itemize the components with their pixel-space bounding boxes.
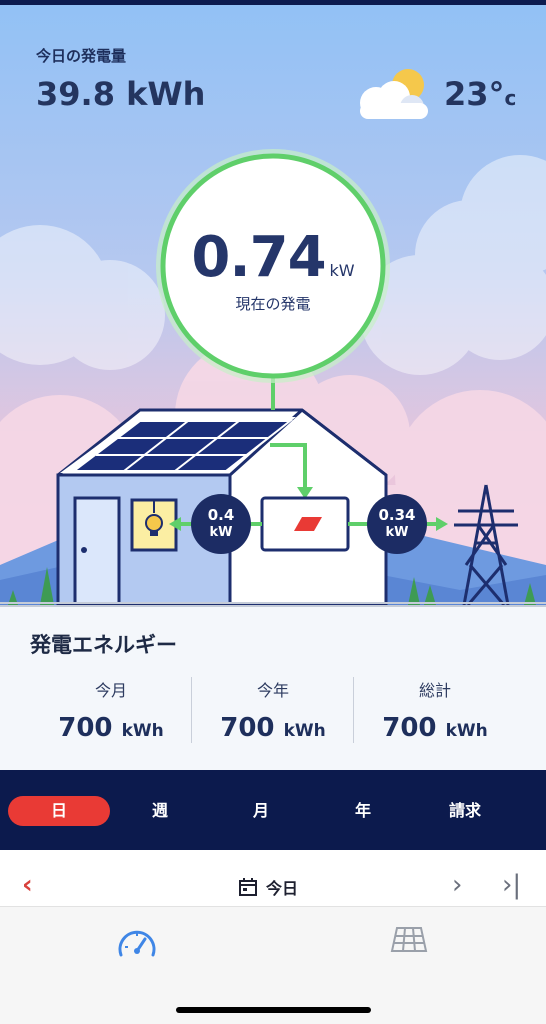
stat-year: 今年 700 kWh [192, 677, 354, 743]
tab-billing[interactable]: 請求 [414, 796, 516, 826]
chevron-right-icon[interactable]: › [452, 872, 462, 898]
stat-label: 今月 [94, 681, 127, 700]
bottom-tab-bar [0, 906, 546, 1024]
date-navigator: ‹ 今日 › ›| [0, 850, 546, 906]
energy-summary-panel: 発電エネルギー 今月 700 kWh 今年 700 kWh 総計 700 kWh [0, 605, 546, 770]
stat-label: 総計 [418, 681, 451, 700]
today-generation-label: 今日の発電量 [36, 47, 127, 65]
tab-day[interactable]: 日 [8, 796, 110, 826]
stat-value: 700 kWh [382, 713, 488, 743]
home-flow-value: 0.4 kW [207, 506, 235, 541]
period-tab-bar: 日 週 月 年 請求 [0, 770, 546, 850]
calendar-icon [239, 878, 257, 896]
tab-week[interactable]: 週 [109, 796, 211, 826]
date-label: 今日 [266, 879, 299, 898]
stat-month: 今月 700 kWh [30, 677, 192, 743]
chevron-left-icon[interactable]: ‹ [22, 872, 33, 898]
current-power-value: 0.74 kW [191, 225, 355, 290]
stat-total: 総計 700 kWh [354, 677, 516, 743]
stat-value: 700 kWh [220, 713, 326, 743]
date-picker[interactable]: 今日 [238, 876, 298, 898]
stat-label: 今年 [256, 681, 289, 700]
tab-year[interactable]: 年 [312, 796, 414, 826]
grid-flow-value: 0.34 kW [378, 506, 416, 541]
home-indicator [176, 1007, 371, 1013]
power-flow-scene: 今日の発電量 39.8 kWh 23°c 0.74 kW 現在の発電 0.4 kW … [0, 5, 546, 605]
today-generation-value: 39.8 kWh [36, 75, 206, 113]
current-power-label: 現在の発電 [235, 295, 311, 313]
solar-panel-icon[interactable] [390, 925, 428, 955]
skip-to-end-icon[interactable]: ›| [502, 872, 521, 898]
stat-value: 700 kWh [58, 713, 164, 743]
partly-cloudy-icon [360, 69, 428, 119]
speedometer-icon[interactable] [117, 925, 157, 959]
energy-title: 発電エネルギー [30, 633, 177, 657]
temperature: 23°c [444, 75, 517, 113]
tab-month[interactable]: 月 [210, 796, 312, 826]
